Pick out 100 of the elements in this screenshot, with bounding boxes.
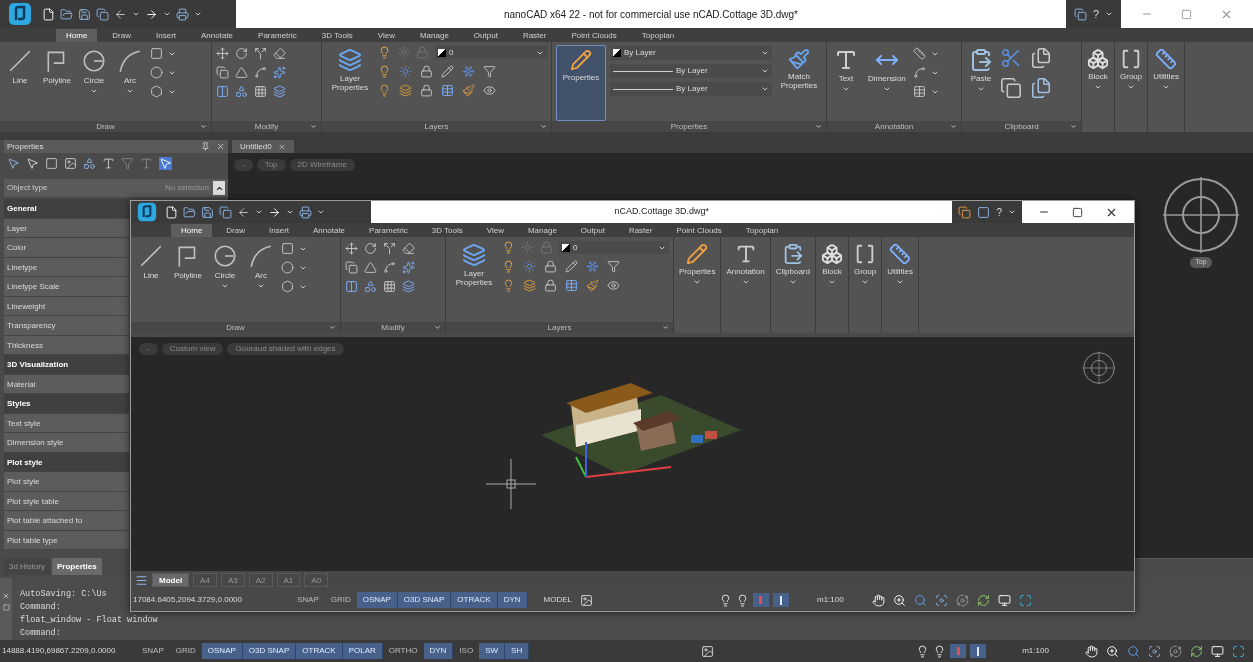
status-toggle[interactable]: OSNAP bbox=[356, 592, 398, 608]
viewport-control[interactable]: Gouraud shaded with edges bbox=[227, 343, 344, 355]
snowflake-icon[interactable] bbox=[586, 260, 599, 273]
undo-icon[interactable] bbox=[237, 205, 250, 219]
model-space-label[interactable]: MODEL bbox=[543, 594, 572, 606]
property-row[interactable]: Plot style table bbox=[4, 491, 129, 511]
ribbon-tool-button[interactable]: Circle bbox=[78, 45, 110, 121]
property-category[interactable]: Plot style bbox=[4, 452, 129, 472]
layout-tab[interactable]: A2 bbox=[248, 573, 273, 587]
lock-icon[interactable] bbox=[544, 260, 557, 273]
layers-icon[interactable] bbox=[523, 279, 536, 292]
caret-icon[interactable] bbox=[693, 278, 702, 286]
pin-icon[interactable] bbox=[201, 142, 210, 151]
property-row[interactable]: Plot table attached to bbox=[4, 511, 129, 531]
ruler-icon[interactable] bbox=[912, 47, 926, 60]
ribbon-tab[interactable]: Annotate bbox=[303, 224, 356, 237]
ribbon-tab[interactable]: Point Clouds bbox=[666, 224, 732, 237]
refresh-icon[interactable] bbox=[1189, 644, 1203, 658]
zoom-window-icon[interactable] bbox=[934, 593, 948, 607]
status-toggle[interactable]: SW bbox=[479, 643, 506, 659]
caret-icon[interactable] bbox=[126, 87, 134, 95]
brush-icon[interactable] bbox=[462, 84, 475, 97]
maximize-icon[interactable] bbox=[1231, 644, 1245, 658]
rectangle-icon[interactable] bbox=[281, 242, 294, 255]
zoom-window-icon[interactable] bbox=[1147, 644, 1161, 658]
text-icon[interactable] bbox=[102, 156, 115, 170]
scale-readout[interactable]: m1:100 bbox=[816, 594, 844, 606]
snowflake-icon[interactable] bbox=[462, 65, 475, 78]
app-logo[interactable] bbox=[8, 2, 32, 26]
orbit-icon[interactable] bbox=[1168, 644, 1182, 658]
sun-icon[interactable] bbox=[399, 65, 412, 78]
layout-tab[interactable]: A3 bbox=[220, 573, 245, 587]
ribbon-tool-button[interactable]: Block bbox=[1084, 45, 1112, 121]
image-icon[interactable] bbox=[579, 593, 593, 607]
ribbon-tab[interactable]: Raster bbox=[618, 224, 663, 237]
brush-icon[interactable] bbox=[586, 279, 599, 292]
undo-icon[interactable] bbox=[114, 7, 127, 21]
lock-icon[interactable] bbox=[420, 65, 433, 78]
ribbon-tab[interactable]: Draw bbox=[216, 224, 255, 237]
ribbon-tool-button[interactable]: Layer Properties bbox=[326, 45, 374, 121]
property-row[interactable]: Dimension style bbox=[4, 433, 129, 453]
ribbon-tool-button[interactable]: Paste bbox=[966, 45, 996, 121]
text-icon[interactable] bbox=[140, 156, 153, 170]
ribbon-tool-button[interactable]: Group bbox=[1117, 45, 1146, 121]
marker-toggle[interactable] bbox=[950, 644, 967, 658]
status-toggle[interactable]: O3D SNAP bbox=[242, 643, 297, 659]
save-icon[interactable] bbox=[201, 205, 214, 219]
menu-icon[interactable] bbox=[135, 573, 148, 587]
panel-expand-icon[interactable] bbox=[950, 123, 957, 130]
lightbulb-icon[interactable] bbox=[502, 279, 515, 292]
ribbon-tab[interactable]: Point Clouds bbox=[561, 29, 627, 42]
move-arrows-icon[interactable] bbox=[345, 242, 358, 255]
image-icon[interactable] bbox=[701, 644, 715, 658]
ribbon-tool-button[interactable]: Properties bbox=[676, 240, 719, 322]
eraser-icon[interactable] bbox=[402, 242, 415, 255]
pan-hand-icon[interactable] bbox=[871, 593, 885, 607]
caret-icon[interactable] bbox=[896, 278, 905, 286]
new-file-icon[interactable] bbox=[165, 205, 178, 219]
help-text-icon[interactable]: ? bbox=[996, 204, 1002, 220]
status-toggle[interactable]: GRID bbox=[324, 592, 357, 608]
redo-icon[interactable] bbox=[145, 7, 158, 21]
ribbon-tab[interactable]: Home bbox=[56, 29, 98, 42]
layout-tab[interactable]: A4 bbox=[193, 573, 217, 587]
status-toggle[interactable]: ISO bbox=[453, 643, 480, 659]
caret-icon[interactable] bbox=[788, 278, 797, 286]
caret-icon[interactable] bbox=[317, 208, 325, 216]
status-toggle[interactable]: OSNAP bbox=[201, 643, 243, 659]
sparkle-icon[interactable] bbox=[273, 66, 286, 79]
property-row[interactable]: Linetype Scale bbox=[4, 277, 129, 297]
layout-tab[interactable]: A1 bbox=[276, 573, 301, 587]
scissors-icon[interactable] bbox=[1000, 47, 1022, 69]
caret-icon[interactable] bbox=[132, 10, 140, 18]
folder-icon[interactable] bbox=[60, 7, 73, 21]
select-icon[interactable] bbox=[45, 156, 58, 170]
ribbon-tab[interactable]: Topoplan bbox=[735, 224, 789, 237]
navigation-compass-icon[interactable] bbox=[1082, 351, 1116, 385]
monitor-icon[interactable] bbox=[1210, 644, 1224, 658]
ribbon-tab[interactable]: Manage bbox=[517, 224, 567, 237]
viewport-control[interactable]: Top bbox=[256, 159, 286, 171]
shapes-icon[interactable] bbox=[364, 280, 377, 293]
caret-icon[interactable] bbox=[1105, 10, 1113, 18]
leader-icon[interactable] bbox=[912, 66, 926, 79]
caret-icon[interactable] bbox=[1162, 83, 1171, 91]
window-icon[interactable] bbox=[977, 205, 991, 219]
move-arrows-icon[interactable] bbox=[216, 47, 229, 60]
scale-readout[interactable]: m1:100 bbox=[1022, 645, 1049, 657]
triangle-icon[interactable] bbox=[364, 261, 377, 274]
caret-icon[interactable] bbox=[194, 10, 202, 18]
status-toggle[interactable]: O3D SNAP bbox=[397, 592, 452, 608]
panel-tab[interactable]: 3d History bbox=[4, 558, 50, 575]
ribbon-tab[interactable]: Parametric bbox=[248, 29, 307, 42]
eye-icon[interactable] bbox=[607, 279, 620, 292]
lightbulb-icon[interactable] bbox=[502, 241, 515, 254]
property-row[interactable]: Material bbox=[4, 374, 129, 394]
status-toggle[interactable]: DYN bbox=[423, 643, 454, 659]
ribbon-tab[interactable]: View bbox=[367, 29, 405, 42]
caret-icon[interactable] bbox=[761, 49, 769, 57]
ribbon-tool-button[interactable]: Properties bbox=[556, 45, 606, 121]
maximize-icon[interactable] bbox=[1072, 206, 1083, 218]
search-icon[interactable] bbox=[913, 593, 927, 607]
